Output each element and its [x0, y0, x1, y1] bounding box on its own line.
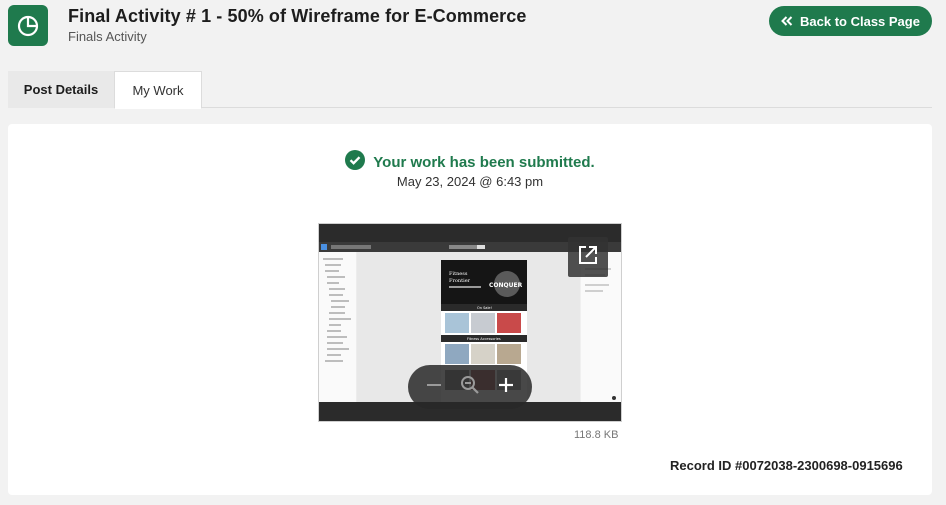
tab-post-details[interactable]: Post Details: [8, 71, 114, 108]
zoom-out-button[interactable]: [425, 376, 443, 399]
double-chevron-left-icon: [781, 14, 793, 29]
preview-section-accessories: Fitness Accessories: [467, 337, 501, 341]
submission-card: Your work has been submitted. May 23, 20…: [8, 124, 932, 495]
record-id: Record ID #0072038-2300698-0915696: [670, 458, 903, 473]
attachment-preview[interactable]: Fitness Frontier CONQUER On Sale! Fitnes…: [318, 223, 622, 422]
attachment-file-size: 118.8 KB: [574, 429, 619, 441]
preview-brand-line2: Frontier: [449, 278, 471, 284]
tab-bar: Post Details My Work: [8, 71, 932, 109]
zoom-out-icon: [460, 375, 480, 400]
page-header: Final Activity # 1 - 50% of Wireframe fo…: [0, 0, 946, 60]
open-external-button[interactable]: [568, 237, 608, 277]
tab-my-work[interactable]: My Work: [114, 71, 202, 109]
external-link-icon: [578, 245, 598, 270]
submission-date: May 23, 2024 @ 6:43 pm: [396, 174, 544, 189]
zoom-in-button[interactable]: [497, 376, 515, 399]
zoom-controls: [408, 365, 532, 409]
submission-status: Your work has been submitted.: [8, 150, 932, 175]
preview-hero-word: CONQUER: [489, 282, 523, 289]
back-to-class-button[interactable]: Back to Class Page: [769, 6, 932, 36]
preview-brand-line1: Fitness: [449, 271, 468, 277]
back-button-label: Back to Class Page: [800, 13, 920, 29]
minus-icon: [425, 376, 443, 399]
pie-chart-icon: [8, 5, 48, 46]
zoom-reset-button[interactable]: [460, 375, 480, 400]
plus-icon: [497, 376, 515, 399]
page-title: Final Activity # 1 - 50% of Wireframe fo…: [68, 6, 527, 26]
check-circle-icon: [345, 150, 366, 175]
preview-section-sale: On Sale!: [477, 306, 492, 310]
page-subtitle: Finals Activity: [68, 29, 147, 44]
status-text: Your work has been submitted.: [373, 154, 595, 171]
